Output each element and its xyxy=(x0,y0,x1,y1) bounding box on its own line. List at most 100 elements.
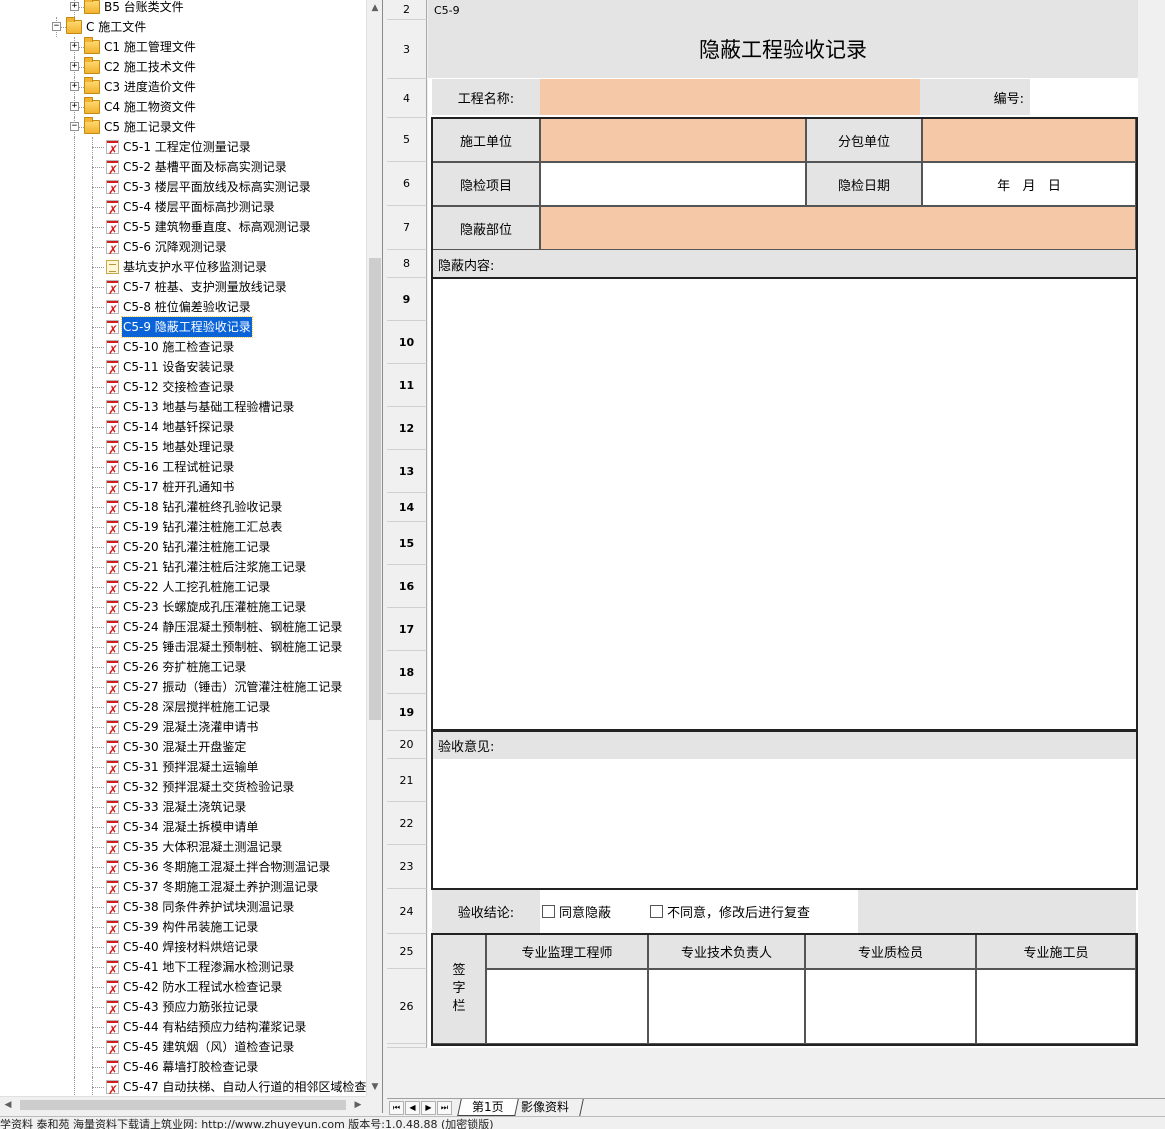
row-header[interactable]: 17 xyxy=(387,608,427,651)
tree-item[interactable]: C5-36 冬期施工混凝土拌合物测温记录 xyxy=(0,857,366,880)
tree-item[interactable]: C5-22 人工挖孔桩施工记录 xyxy=(0,577,366,600)
tree-item[interactable]: C5-25 锤击混凝土预制桩、钢桩施工记录 xyxy=(0,637,366,660)
concealed-content-area[interactable] xyxy=(432,278,1136,730)
tree-item[interactable]: C5-18 钻孔灌桩终孔验收记录 xyxy=(0,497,366,520)
row-header[interactable]: 19 xyxy=(387,694,427,731)
tree-item[interactable]: C5-34 混凝土拆模申请单 xyxy=(0,817,366,840)
row-header[interactable]: 4 xyxy=(387,79,427,118)
number-field[interactable] xyxy=(1030,79,1136,115)
row-header[interactable]: 7 xyxy=(387,206,427,250)
disagree-option[interactable]: 不同意，修改后进行复查 xyxy=(648,889,858,933)
tree-item[interactable]: C5-1 工程定位测量记录 xyxy=(0,137,366,160)
scroll-right-icon[interactable]: ▶ xyxy=(350,1097,366,1113)
row-header[interactable]: 14 xyxy=(387,493,427,522)
row-header[interactable]: 8 xyxy=(387,250,427,278)
expand-icon[interactable]: + xyxy=(70,42,79,51)
tree-item[interactable]: C5-2 基槽平面及标高实测记录 xyxy=(0,157,366,180)
row-header[interactable]: 3 xyxy=(387,20,427,79)
first-sheet-icon[interactable]: ⏮ xyxy=(389,1101,404,1115)
tree-item[interactable]: C5-35 大体积混凝土测温记录 xyxy=(0,837,366,860)
signature-builder-field[interactable] xyxy=(976,969,1136,1044)
tree-item[interactable]: C5-15 地基处理记录 xyxy=(0,437,366,460)
signature-inspector-field[interactable] xyxy=(805,969,976,1044)
signature-tech-lead-field[interactable] xyxy=(648,969,805,1044)
tree-item[interactable]: C5-40 焊接材料烘焙记录 xyxy=(0,937,366,960)
tree-horizontal-scrollbar[interactable]: ◀ ▶ xyxy=(0,1096,366,1113)
expand-icon[interactable]: + xyxy=(70,82,79,91)
tree-item[interactable]: C5-5 建筑物垂直度、标高观测记录 xyxy=(0,217,366,240)
tree-item[interactable]: C5-13 地基与基础工程验槽记录 xyxy=(0,397,366,420)
row-header[interactable]: 26 xyxy=(387,969,427,1044)
tree-item[interactable]: C5-8 桩位偏差验收记录 xyxy=(0,297,366,320)
tree-item[interactable]: C5-46 幕墙打胶检查记录 xyxy=(0,1057,366,1080)
row-header[interactable]: 24 xyxy=(387,889,427,934)
row-header[interactable]: 22 xyxy=(387,802,427,845)
tree-item[interactable]: C5-7 桩基、支护测量放线记录 xyxy=(0,277,366,300)
tree-item[interactable]: + C1 施工管理文件 xyxy=(0,37,366,57)
prev-sheet-icon[interactable]: ◀ xyxy=(405,1101,420,1115)
tree-item[interactable]: + C3 进度造价文件 xyxy=(0,77,366,97)
tree-item[interactable]: C5-21 钻孔灌注桩后注浆施工记录 xyxy=(0,557,366,580)
inspection-item-field[interactable] xyxy=(540,162,806,206)
project-name-field[interactable] xyxy=(540,79,920,115)
signature-supervisor-field[interactable] xyxy=(486,969,648,1044)
tree-item[interactable]: C5-12 交接检查记录 xyxy=(0,377,366,400)
form-code-cell[interactable]: C5-9 xyxy=(428,0,1138,20)
tree-item[interactable]: C5-44 有粘结预应力结构灌浆记录 xyxy=(0,1017,366,1040)
row-header[interactable]: 20 xyxy=(387,731,427,759)
row-header[interactable]: 23 xyxy=(387,845,427,889)
tree-item[interactable]: C5-14 地基钎探记录 xyxy=(0,417,366,440)
collapse-icon[interactable]: − xyxy=(70,122,79,131)
agree-option[interactable]: 同意隐蔽 xyxy=(540,889,648,933)
tree-item[interactable]: C5-32 预拌混凝土交货检验记录 xyxy=(0,777,366,800)
scroll-left-icon[interactable]: ◀ xyxy=(0,1097,16,1113)
row-header[interactable]: 12 xyxy=(387,407,427,450)
tree-item[interactable]: C5-42 防水工程试水检查记录 xyxy=(0,977,366,1000)
inspection-date-field[interactable]: 年 月 日 xyxy=(922,162,1136,206)
tree-item[interactable]: C5-4 楼层平面标高抄测记录 xyxy=(0,197,366,220)
row-header[interactable]: 10 xyxy=(387,321,427,364)
tree-item[interactable]: C5-41 地下工程渗漏水检测记录 xyxy=(0,957,366,980)
tree-item[interactable]: C5-26 夯扩桩施工记录 xyxy=(0,657,366,680)
tree-item[interactable]: C5-9 隐蔽工程验收记录 xyxy=(0,316,366,340)
tree-item[interactable]: C5-33 混凝土浇筑记录 xyxy=(0,797,366,820)
tree-item[interactable]: − C5 施工记录文件 xyxy=(0,117,366,137)
tree-item[interactable]: + C2 施工技术文件 xyxy=(0,57,366,77)
tree-item[interactable]: C5-10 施工检查记录 xyxy=(0,337,366,360)
tree-item[interactable]: C5-31 预拌混凝土运输单 xyxy=(0,757,366,780)
row-header[interactable]: 5 xyxy=(387,118,427,162)
row-header[interactable]: 6 xyxy=(387,162,427,206)
row-header[interactable]: 15 xyxy=(387,522,427,565)
concealed-part-field[interactable] xyxy=(540,206,1136,250)
tree-item[interactable]: C5-20 钻孔灌注桩施工记录 xyxy=(0,537,366,560)
agree-checkbox[interactable] xyxy=(542,904,555,918)
tree-item[interactable]: C5-16 工程试桩记录 xyxy=(0,457,366,480)
collapse-icon[interactable]: − xyxy=(52,22,61,31)
scroll-thumb[interactable] xyxy=(369,258,381,720)
construction-unit-field[interactable] xyxy=(540,118,806,162)
tree-item[interactable]: C5-27 振动（锤击）沉管灌注桩施工记录 xyxy=(0,677,366,700)
tree-item[interactable]: C5-3 楼层平面放线及标高实测记录 xyxy=(0,177,366,200)
subcontract-unit-field[interactable] xyxy=(922,118,1136,162)
tree-item[interactable]: C5-19 钻孔灌注桩施工汇总表 xyxy=(0,517,366,540)
next-sheet-icon[interactable]: ▶ xyxy=(421,1101,436,1115)
last-sheet-icon[interactable]: ⏭ xyxy=(437,1101,452,1115)
tree-item[interactable]: C5-39 构件吊装施工记录 xyxy=(0,917,366,940)
tree-item[interactable]: C5-6 沉降观测记录 xyxy=(0,237,366,260)
tree-item[interactable]: C5-45 建筑烟（风）道检查记录 xyxy=(0,1037,366,1060)
tree-item[interactable]: C5-11 设备安装记录 xyxy=(0,357,366,380)
row-header[interactable]: 25 xyxy=(387,934,427,969)
tree-item[interactable]: + B5 台账类文件 xyxy=(0,0,366,17)
row-header[interactable]: 9 xyxy=(387,278,427,321)
row-header[interactable]: 11 xyxy=(387,364,427,407)
row-header[interactable]: 18 xyxy=(387,651,427,694)
tab-images[interactable]: 影像资料 xyxy=(507,1099,584,1116)
expand-icon[interactable]: + xyxy=(70,62,79,71)
row-header[interactable]: 2 xyxy=(387,0,427,20)
form-title[interactable]: 隐蔽工程验收记录 xyxy=(428,20,1138,78)
tree-item[interactable]: C5-30 混凝土开盘鉴定 xyxy=(0,737,366,760)
row-header[interactable]: 21 xyxy=(387,759,427,802)
scroll-up-icon[interactable]: ▲ xyxy=(367,0,382,17)
row-header[interactable]: 16 xyxy=(387,565,427,608)
scroll-down-icon[interactable]: ▼ xyxy=(367,1079,382,1096)
